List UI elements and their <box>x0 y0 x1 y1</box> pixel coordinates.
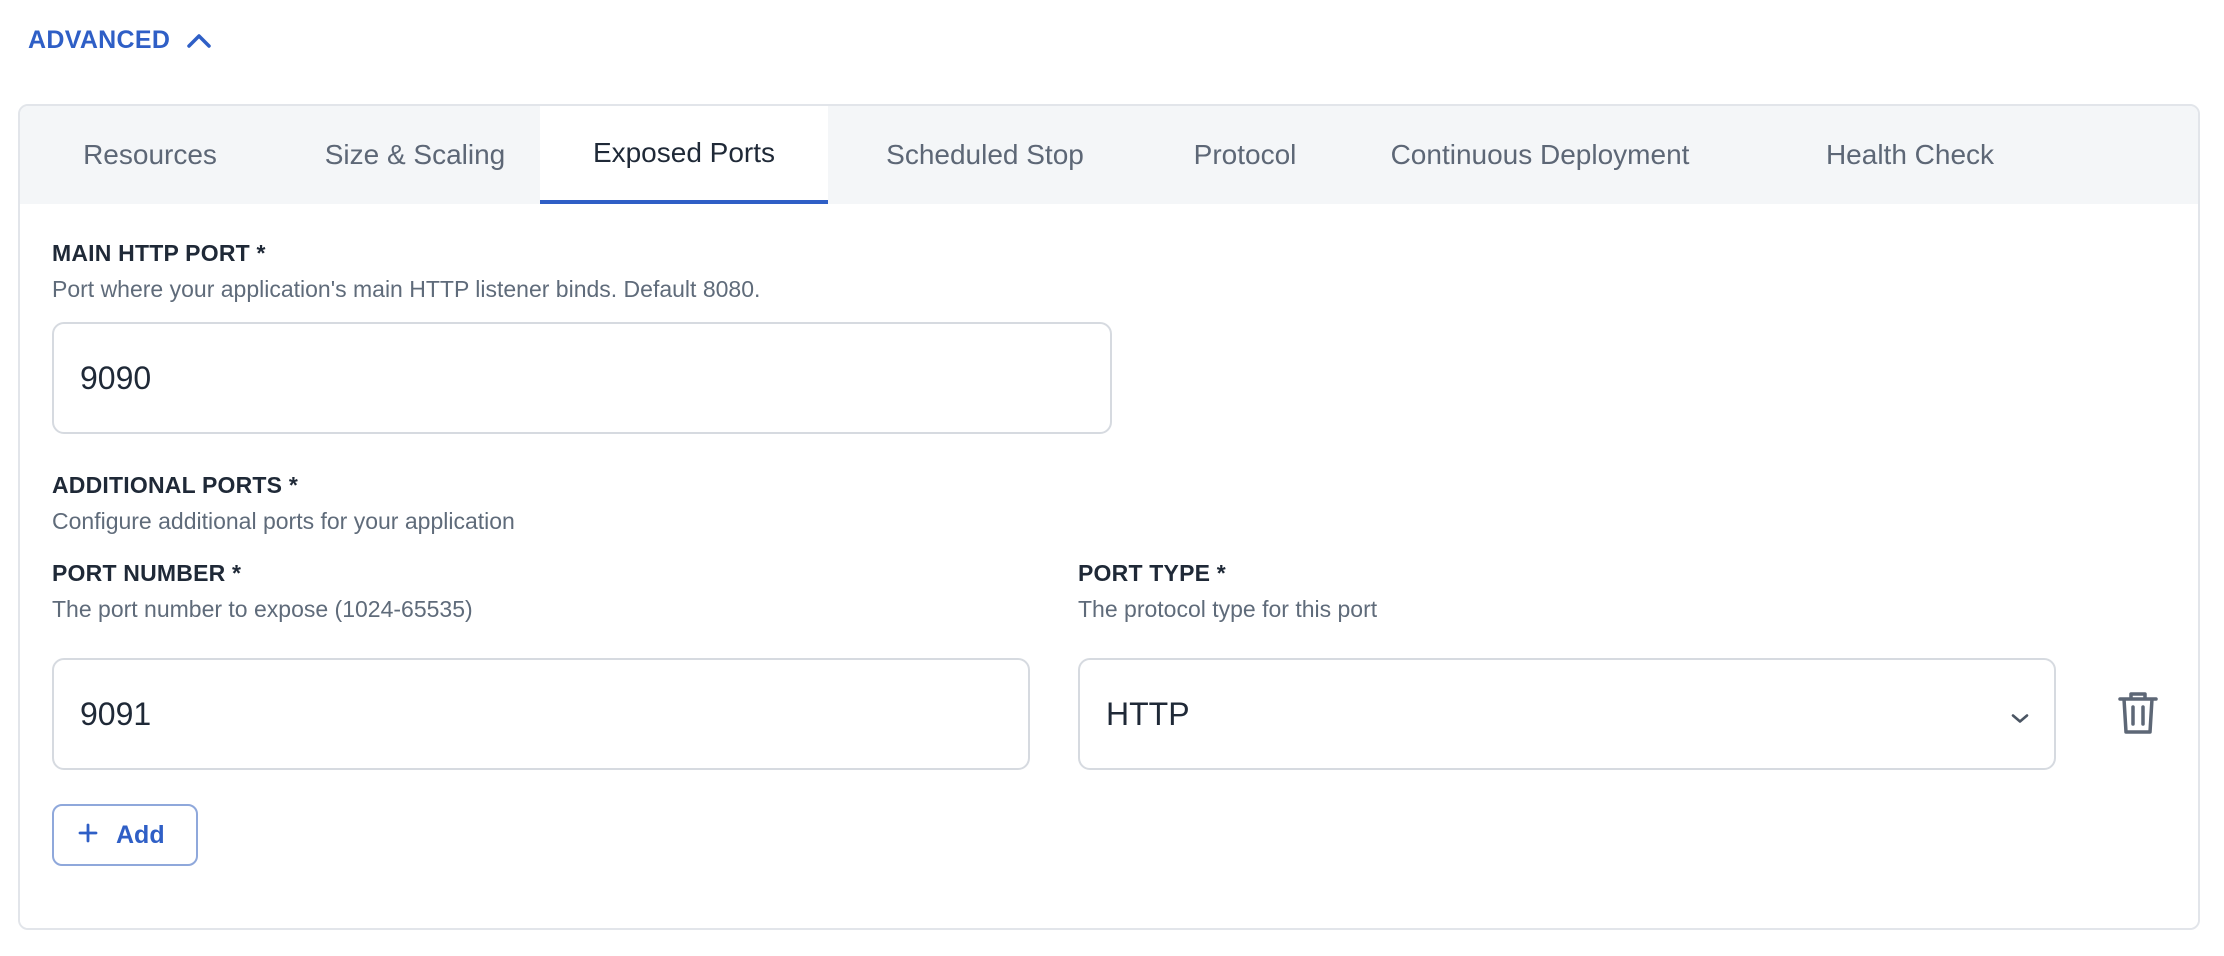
port-number-label: PORT NUMBER * <box>52 560 242 586</box>
tab-bar: Resources Size & Scaling Exposed Ports S… <box>20 106 2198 204</box>
tab-label: Health Check <box>1825 139 1995 170</box>
tab-label: Size & Scaling <box>324 139 506 170</box>
advanced-toggle[interactable]: ADVANCED <box>28 26 212 55</box>
tab-content: MAIN HTTP PORT * Port where your applica… <box>20 204 2198 928</box>
tab-label: Protocol <box>1193 139 1297 170</box>
additional-ports-label: ADDITIONAL PORTS * <box>52 472 298 498</box>
tab-continuous-deployment[interactable]: Continuous Deployment <box>1370 106 1710 204</box>
port-type-description: The protocol type for this port <box>1078 596 1378 622</box>
advanced-panel: Resources Size & Scaling Exposed Ports S… <box>18 104 2200 930</box>
add-port-button[interactable]: Add <box>52 804 198 866</box>
chevron-down-icon <box>2010 696 2030 733</box>
tab-label: Exposed Ports <box>592 137 776 168</box>
port-number-description: The port number to expose (1024-65535) <box>52 596 473 622</box>
main-port-description: Port where your application's main HTTP … <box>52 276 761 302</box>
tab-exposed-ports[interactable]: Exposed Ports <box>540 106 828 204</box>
port-number-input[interactable]: 9091 <box>52 658 1030 770</box>
tab-health-check[interactable]: Health Check <box>1790 106 2030 204</box>
tab-label: Resources <box>83 139 217 170</box>
additional-ports-description: Configure additional ports for your appl… <box>52 508 515 534</box>
tab-protocol[interactable]: Protocol <box>1160 106 1330 204</box>
main-port-value: 9090 <box>80 359 152 396</box>
add-label: Add <box>116 820 165 849</box>
port-type-select[interactable]: HTTP <box>1078 658 2056 770</box>
port-type-value: HTTP <box>1106 695 1190 732</box>
main-port-label: MAIN HTTP PORT * <box>52 240 266 266</box>
advanced-label: ADVANCED <box>28 26 171 54</box>
port-number-value: 9091 <box>80 695 152 732</box>
tab-label: Continuous Deployment <box>1390 139 1690 170</box>
port-type-label: PORT TYPE * <box>1078 560 1226 586</box>
tab-size-scaling[interactable]: Size & Scaling <box>290 106 540 204</box>
tab-scheduled-stop[interactable]: Scheduled Stop <box>860 106 1110 204</box>
tab-label: Scheduled Stop <box>886 139 1084 170</box>
tab-resources[interactable]: Resources <box>40 106 260 204</box>
main-port-input[interactable]: 9090 <box>52 322 1112 434</box>
chevron-up-icon <box>186 33 212 49</box>
plus-icon <box>78 821 98 850</box>
trash-icon[interactable] <box>2116 690 2160 741</box>
